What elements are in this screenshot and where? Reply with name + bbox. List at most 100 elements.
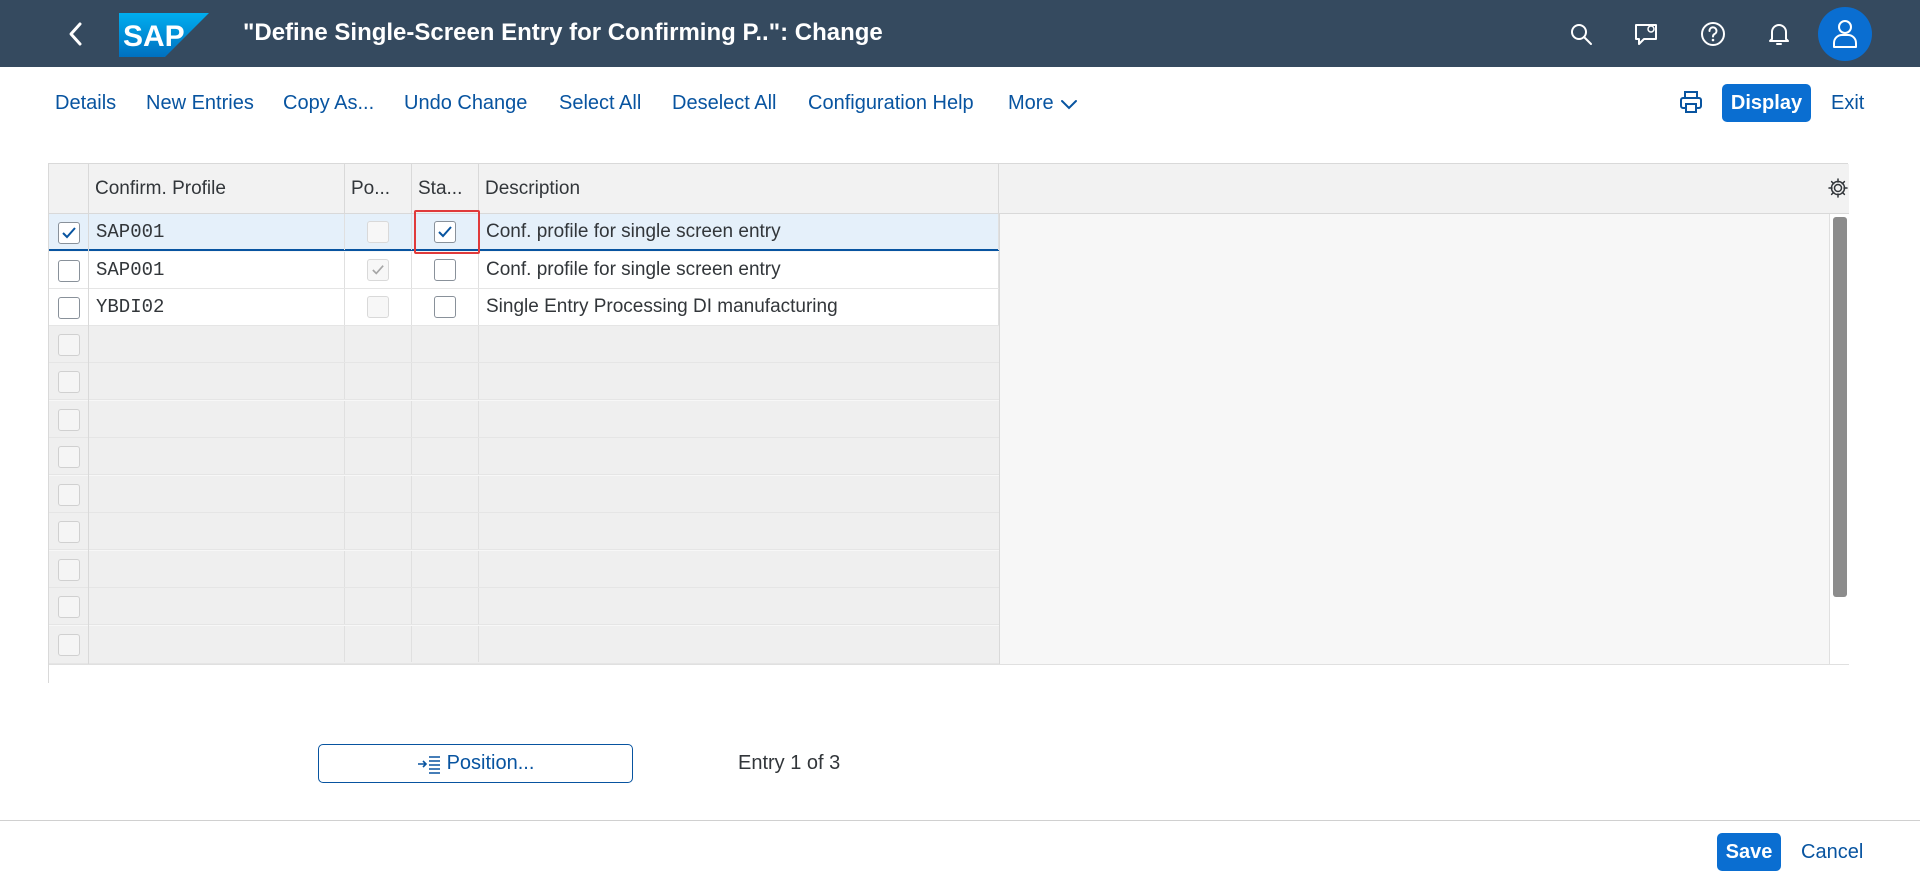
footer-bar: Save Cancel — [0, 820, 1920, 880]
confirm-profile-cell[interactable]: SAP001 — [89, 214, 345, 250]
back-button[interactable] — [58, 18, 94, 50]
po-cell — [345, 289, 412, 325]
empty-cell — [345, 438, 412, 474]
entries-table: Confirm. Profile Po... Sta... Descriptio… — [48, 163, 1849, 683]
sta-checkbox[interactable] — [434, 259, 456, 281]
table-settings-button[interactable] — [1827, 177, 1849, 199]
empty-row — [49, 513, 999, 550]
gear-icon — [1828, 178, 1848, 198]
undo-change-button[interactable]: Undo Change — [404, 92, 527, 115]
cancel-button[interactable]: Cancel — [1801, 841, 1863, 864]
checkmark-icon — [372, 265, 384, 275]
empty-cell — [89, 588, 345, 624]
empty-cell — [89, 438, 345, 474]
table-row[interactable]: YBDI02 Single Entry Processing DI manufa… — [49, 289, 999, 326]
more-label: More — [1008, 92, 1054, 114]
empty-cell — [89, 626, 345, 662]
new-entries-button[interactable]: New Entries — [146, 92, 254, 115]
back-icon — [69, 22, 82, 46]
sta-checkbox-highlight — [414, 210, 480, 254]
horizontal-scrollbar[interactable] — [49, 664, 1849, 683]
print-button[interactable] — [1676, 87, 1706, 117]
column-header-description[interactable]: Description — [479, 164, 999, 214]
column-header-sta[interactable]: Sta... — [412, 164, 479, 214]
empty-cell — [345, 626, 412, 662]
empty-cell — [89, 513, 345, 549]
sta-checkbox[interactable] — [434, 296, 456, 318]
table-row[interactable]: SAP001 Conf. profile for single screen e… — [49, 214, 999, 251]
position-icon — [417, 755, 440, 774]
empty-cell — [412, 551, 479, 587]
empty-row — [49, 326, 999, 363]
empty-row — [49, 626, 999, 664]
notification-bell-icon — [1769, 24, 1789, 45]
chevron-down-icon — [1060, 99, 1077, 109]
empty-cell — [89, 401, 345, 437]
scrollbar-thumb[interactable] — [1833, 217, 1847, 597]
user-icon — [1833, 20, 1857, 48]
entry-status: Entry 1 of 3 — [738, 752, 841, 774]
table-row[interactable]: SAP001 Conf. profile for single screen e… — [49, 252, 999, 289]
po-cell — [345, 214, 412, 250]
copy-as-button[interactable]: Copy As... — [283, 92, 374, 115]
sta-cell[interactable] — [412, 289, 479, 325]
po-cell — [345, 252, 412, 288]
empty-row — [49, 588, 999, 625]
table-header: Confirm. Profile Po... Sta... Descriptio… — [49, 164, 1849, 214]
sta-cell[interactable] — [412, 252, 479, 288]
vertical-scrollbar[interactable] — [1829, 214, 1849, 664]
selection-column-divider — [49, 164, 89, 664]
notifications-button[interactable] — [1762, 17, 1796, 51]
empty-cell — [412, 363, 479, 399]
empty-cell — [345, 401, 412, 437]
search-button[interactable] — [1564, 17, 1598, 51]
select-all-button[interactable]: Select All — [559, 92, 641, 115]
position-label: Position... — [446, 752, 535, 774]
empty-cell — [89, 363, 345, 399]
save-button[interactable]: Save — [1717, 833, 1781, 871]
description-cell[interactable]: Conf. profile for single screen entry — [479, 214, 999, 250]
empty-cell — [89, 476, 345, 512]
empty-row — [49, 438, 999, 475]
feedback-icon — [1635, 24, 1657, 45]
display-button[interactable]: Display — [1722, 84, 1811, 122]
deselect-all-button[interactable]: Deselect All — [672, 92, 777, 115]
column-header-confirm-profile[interactable]: Confirm. Profile — [89, 164, 345, 214]
empty-row — [49, 551, 999, 588]
empty-cell — [412, 626, 479, 662]
empty-cell — [412, 438, 479, 474]
empty-cell — [412, 513, 479, 549]
empty-cell — [412, 401, 479, 437]
empty-cell — [345, 476, 412, 512]
user-avatar[interactable] — [1818, 7, 1872, 61]
search-icon — [1571, 24, 1592, 45]
empty-cell — [412, 588, 479, 624]
description-cell[interactable]: Single Entry Processing DI manufacturing — [479, 289, 999, 325]
help-button[interactable] — [1696, 17, 1730, 51]
shell-bar: SAP "Define Single-Screen Entry for Conf… — [0, 0, 1920, 67]
empty-cell — [345, 363, 412, 399]
logo-text: SAP — [123, 20, 185, 53]
empty-cell — [345, 551, 412, 587]
position-button[interactable]: Position... — [318, 744, 633, 783]
confirm-profile-cell[interactable]: SAP001 — [89, 252, 345, 288]
column-header-po[interactable]: Po... — [345, 164, 412, 214]
exit-button[interactable]: Exit — [1831, 92, 1864, 115]
details-button[interactable]: Details — [55, 92, 116, 115]
page-title: "Define Single-Screen Entry for Confirmi… — [243, 19, 883, 46]
configuration-help-button[interactable]: Configuration Help — [808, 92, 974, 115]
empty-row — [49, 363, 999, 400]
confirm-profile-cell[interactable]: YBDI02 — [89, 289, 345, 325]
empty-cell — [345, 513, 412, 549]
po-checkbox — [367, 296, 389, 318]
empty-row — [49, 401, 999, 438]
empty-cell — [412, 476, 479, 512]
feedback-button[interactable] — [1630, 17, 1664, 51]
more-menu-button[interactable]: More — [1008, 92, 1078, 115]
empty-cell — [89, 551, 345, 587]
description-cell[interactable]: Conf. profile for single screen entry — [479, 252, 999, 288]
sap-logo[interactable]: SAP — [119, 13, 209, 57]
empty-cell — [412, 326, 479, 362]
po-checkbox — [367, 259, 389, 281]
empty-row — [49, 476, 999, 513]
